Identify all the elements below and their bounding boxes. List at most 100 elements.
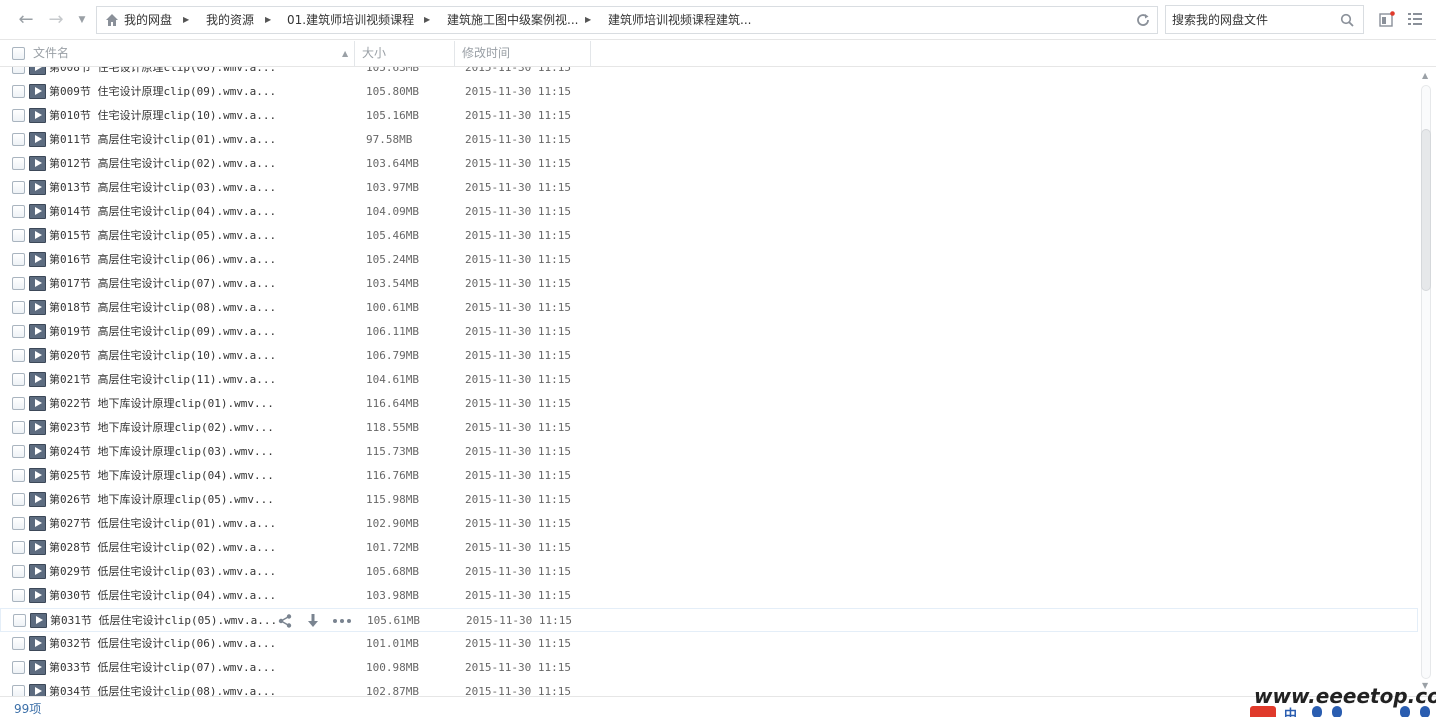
tray-icon[interactable] (1400, 706, 1410, 717)
file-name[interactable]: 第024节 地下库设计原理clip(03).wmv... (49, 440, 274, 464)
arrow-left-icon[interactable]: ← (16, 9, 36, 31)
arrow-right-icon[interactable]: → (46, 9, 66, 31)
file-row[interactable]: 第018节 高层住宅设计clip(08).wmv.a... 100.61MB 201… (0, 296, 1418, 320)
file-name[interactable]: 第028节 低层住宅设计clip(02).wmv.a... (49, 536, 276, 560)
row-checkbox[interactable] (12, 67, 25, 74)
breadcrumb-item[interactable]: 我的资源 (206, 7, 254, 33)
file-name[interactable]: 第033节 低层住宅设计clip(07).wmv.a... (49, 656, 276, 680)
scroll-thumb[interactable] (1421, 129, 1431, 291)
file-name[interactable]: 第029节 低层住宅设计clip(03).wmv.a... (49, 560, 276, 584)
file-row[interactable]: 第033节 低层住宅设计clip(07).wmv.a... 100.98MB 201… (0, 656, 1418, 680)
row-checkbox[interactable] (12, 133, 25, 146)
file-row[interactable]: 第022节 地下库设计原理clip(01).wmv... 116.64MB 2015… (0, 392, 1418, 416)
file-name[interactable]: 第011节 高层住宅设计clip(01).wmv.a... (49, 128, 276, 152)
file-row[interactable]: 第012节 高层住宅设计clip(02).wmv.a... 103.64MB 201… (0, 152, 1418, 176)
tray-icon[interactable] (1420, 706, 1430, 717)
vertical-scrollbar[interactable]: ▲ ▼ (1418, 67, 1436, 696)
row-checkbox[interactable] (12, 421, 25, 434)
download-icon[interactable] (305, 613, 321, 629)
row-checkbox[interactable] (13, 614, 26, 627)
row-checkbox[interactable] (12, 445, 25, 458)
file-name[interactable]: 第009节 住宅设计原理clip(09).wmv.a... (49, 80, 276, 104)
breadcrumb-item[interactable]: 建筑施工图中级案例视... (447, 7, 578, 33)
file-row[interactable]: 第028节 低层住宅设计clip(02).wmv.a... 101.72MB 201… (0, 536, 1418, 560)
scroll-up-icon[interactable]: ▲ (1422, 71, 1428, 80)
row-checkbox[interactable] (12, 253, 25, 266)
file-row[interactable]: 第015节 高层住宅设计clip(05).wmv.a... 105.46MB 201… (0, 224, 1418, 248)
input-method-icon[interactable] (1250, 706, 1276, 717)
refresh-icon[interactable] (1135, 12, 1151, 28)
file-row[interactable]: 第008节 住宅设计原理clip(08).wmv.a... 105.63MB 201… (0, 67, 1418, 80)
notification-icon[interactable] (1379, 11, 1395, 27)
file-name[interactable]: 第030节 低层住宅设计clip(04).wmv.a... (49, 584, 276, 608)
file-name[interactable]: 第021节 高层住宅设计clip(11).wmv.a... (49, 368, 276, 392)
file-name[interactable]: 第034节 低层住宅设计clip(08).wmv.a... (49, 680, 276, 696)
tray-icon[interactable] (1312, 706, 1322, 717)
column-divider[interactable] (590, 41, 591, 67)
file-name[interactable]: 第008节 住宅设计原理clip(08).wmv.a... (49, 67, 276, 80)
column-name[interactable]: 文件名 (33, 41, 69, 67)
select-all-checkbox[interactable] (12, 47, 25, 60)
file-row[interactable]: 第019节 高层住宅设计clip(09).wmv.a... 106.11MB 201… (0, 320, 1418, 344)
tray-icon[interactable] (1332, 706, 1342, 717)
row-checkbox[interactable] (12, 205, 25, 218)
file-name[interactable]: 第013节 高层住宅设计clip(03).wmv.a... (49, 176, 276, 200)
search-box[interactable] (1165, 5, 1364, 34)
chevron-right-icon[interactable]: ▶ (424, 7, 430, 33)
file-name[interactable]: 第025节 地下库设计原理clip(04).wmv... (49, 464, 274, 488)
file-name[interactable]: 第015节 高层住宅设计clip(05).wmv.a... (49, 224, 276, 248)
file-row[interactable]: 第029节 低层住宅设计clip(03).wmv.a... 105.68MB 201… (0, 560, 1418, 584)
row-checkbox[interactable] (12, 373, 25, 386)
row-checkbox[interactable] (12, 277, 25, 290)
row-checkbox[interactable] (12, 517, 25, 530)
file-row[interactable]: 第010节 住宅设计原理clip(10).wmv.a... 105.16MB 201… (0, 104, 1418, 128)
file-row[interactable]: 第021节 高层住宅设计clip(11).wmv.a... 104.61MB 201… (0, 368, 1418, 392)
share-icon[interactable] (277, 613, 293, 629)
language-indicator[interactable]: 中 (1284, 706, 1297, 717)
file-row[interactable]: 第034节 低层住宅设计clip(08).wmv.a... 102.87MB 201… (0, 680, 1418, 696)
file-name[interactable]: 第022节 地下库设计原理clip(01).wmv... (49, 392, 274, 416)
file-name[interactable]: 第023节 地下库设计原理clip(02).wmv... (49, 416, 274, 440)
row-checkbox[interactable] (12, 685, 25, 696)
column-divider[interactable] (454, 41, 455, 67)
breadcrumb-item[interactable]: 建筑师培训视频课程建筑... (608, 7, 751, 33)
row-checkbox[interactable] (12, 229, 25, 242)
row-checkbox[interactable] (12, 493, 25, 506)
search-input[interactable] (1172, 9, 1332, 30)
file-row[interactable]: 第016节 高层住宅设计clip(06).wmv.a... 105.24MB 201… (0, 248, 1418, 272)
chevron-right-icon[interactable]: ▶ (585, 7, 591, 33)
row-checkbox[interactable] (12, 181, 25, 194)
file-row[interactable]: 第027节 低层住宅设计clip(01).wmv.a... 102.90MB 201… (0, 512, 1418, 536)
chevron-right-icon[interactable]: ▶ (183, 7, 189, 33)
row-checkbox[interactable] (12, 541, 25, 554)
address-bar[interactable]: 我的网盘 ▶ 我的资源 ▶ 01.建筑师培训视频课程 ▶ 建筑施工图中级案例视.… (96, 6, 1158, 34)
history-dropdown-icon[interactable]: ▼ (72, 9, 92, 31)
file-row[interactable]: 第031节 低层住宅设计clip(05).wmv.a... 105.61MB 201… (0, 608, 1418, 632)
file-row[interactable]: 第032节 低层住宅设计clip(06).wmv.a... 101.01MB 201… (0, 632, 1418, 656)
file-name[interactable]: 第032节 低层住宅设计clip(06).wmv.a... (49, 632, 276, 656)
row-checkbox[interactable] (12, 565, 25, 578)
row-checkbox[interactable] (12, 301, 25, 314)
search-icon[interactable] (1340, 13, 1354, 27)
breadcrumb-item[interactable]: 我的网盘 (124, 7, 172, 33)
file-row[interactable]: 第030节 低层住宅设计clip(04).wmv.a... 103.98MB 201… (0, 584, 1418, 608)
home-icon[interactable] (105, 13, 119, 27)
breadcrumb-item[interactable]: 01.建筑师培训视频课程 (287, 7, 414, 33)
list-view-icon[interactable] (1407, 11, 1423, 27)
sort-asc-icon[interactable]: ▲ (342, 49, 348, 58)
file-name[interactable]: 第031节 低层住宅设计clip(05).wmv.a... (50, 609, 277, 633)
file-row[interactable]: 第026节 地下库设计原理clip(05).wmv... 115.98MB 2015… (0, 488, 1418, 512)
file-row[interactable]: 第014节 高层住宅设计clip(04).wmv.a... 104.09MB 201… (0, 200, 1418, 224)
row-checkbox[interactable] (12, 397, 25, 410)
file-name[interactable]: 第014节 高层住宅设计clip(04).wmv.a... (49, 200, 276, 224)
file-name[interactable]: 第018节 高层住宅设计clip(08).wmv.a... (49, 296, 276, 320)
file-name[interactable]: 第012节 高层住宅设计clip(02).wmv.a... (49, 152, 276, 176)
column-divider[interactable] (354, 41, 355, 67)
file-name[interactable]: 第027节 低层住宅设计clip(01).wmv.a... (49, 512, 276, 536)
file-row[interactable]: 第013节 高层住宅设计clip(03).wmv.a... 103.97MB 201… (0, 176, 1418, 200)
file-row[interactable]: 第020节 高层住宅设计clip(10).wmv.a... 106.79MB 201… (0, 344, 1418, 368)
file-row[interactable]: 第017节 高层住宅设计clip(07).wmv.a... 103.54MB 201… (0, 272, 1418, 296)
column-modified[interactable]: 修改时间 (462, 41, 510, 67)
more-icon[interactable] (332, 613, 352, 629)
row-checkbox[interactable] (12, 637, 25, 650)
